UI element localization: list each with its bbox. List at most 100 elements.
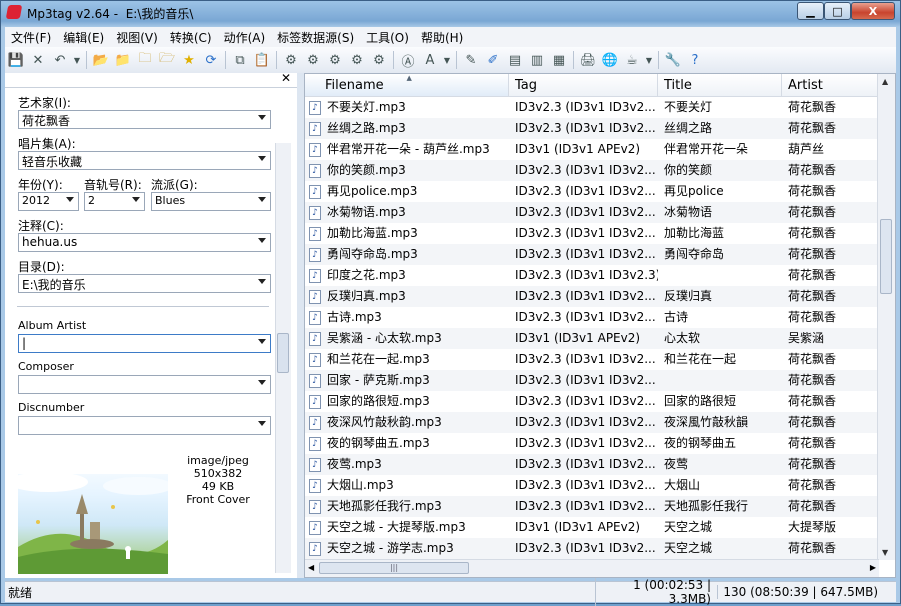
title-cell[interactable]	[658, 265, 782, 286]
refresh-icon[interactable]: ⟳	[202, 51, 220, 69]
tag-cell[interactable]: ID3v2.3 (ID3v1 ID3v2...	[509, 244, 658, 265]
filename-cell[interactable]: ♪ 反璞归真.mp3	[305, 286, 509, 307]
maximize-button[interactable]: □	[824, 2, 851, 20]
table-row[interactable]: ♪ 回家的路很短.mp3 ID3v2.3 (ID3v1 ID3v2... 回家的路很短…	[305, 391, 879, 412]
tag-cell[interactable]: ID3v2.3 (ID3v1 ID3v2...	[509, 496, 658, 517]
title-cell[interactable]: 夜深風竹敲秋韻	[658, 412, 782, 433]
tag-cell[interactable]: ID3v2.3 (ID3v1 ID3v2...	[509, 391, 658, 412]
artist-cell[interactable]: 荷花飘香	[782, 181, 879, 202]
tag-cell[interactable]: ID3v2.3 (ID3v1 ID3v2...	[509, 349, 658, 370]
table-row[interactable]: ♪ 伴君常开花一朵 - 葫芦丝.mp3 ID3v1 (ID3v1 APEv2) 伴君常…	[305, 139, 879, 160]
comment-field[interactable]: hehua.us	[18, 233, 271, 252]
table-row[interactable]: ♪ 回家 - 萨克斯.mp3 ID3v2.3 (ID3v1 ID3v2... 荷花飘香	[305, 370, 879, 391]
auto-numbering-icon[interactable]: ✎	[462, 51, 480, 69]
artist-cell[interactable]: 荷花飘香	[782, 538, 879, 559]
actions-icon[interactable]: Ⓐ	[399, 51, 417, 70]
tag-cell[interactable]: ID3v2.3 (ID3v1 ID3v2...	[509, 223, 658, 244]
table-row[interactable]: ♪ 冰菊物语.mp3 ID3v2.3 (ID3v1 ID3v2... 冰菊物语 荷花飘香	[305, 202, 879, 223]
composer-field[interactable]	[18, 375, 271, 394]
chevron-down-icon[interactable]: ▼	[443, 51, 451, 69]
artist-field[interactable]: 荷花飘香	[18, 110, 271, 129]
title-cell[interactable]: 再见police	[658, 181, 782, 202]
extended-tags-icon[interactable]: ✐	[484, 51, 502, 69]
close-button[interactable]: X	[851, 2, 895, 20]
table-row[interactable]: ♪ 大烟山.mp3 ID3v2.3 (ID3v1 ID3v2... 大烟山 荷花飘香	[305, 475, 879, 496]
tag-cell[interactable]: ID3v2.3 (ID3v1 ID3v2...	[509, 433, 658, 454]
filename-cell[interactable]: ♪ 丝绸之路.mp3	[305, 118, 509, 139]
save-icon[interactable]: 💾	[7, 51, 25, 69]
menu-tag-sources[interactable]: 标签数据源(S)	[271, 29, 360, 46]
title-cell[interactable]: 你的笑颜	[658, 160, 782, 181]
chevron-down-icon[interactable]	[258, 421, 266, 426]
menu-help[interactable]: 帮助(H)	[415, 29, 469, 46]
tag-cell[interactable]: ID3v2.3 (ID3v1 ID3v2...	[509, 97, 658, 118]
undo-icon[interactable]: ↶	[51, 51, 69, 69]
title-cell[interactable]	[658, 370, 782, 391]
artist-cell[interactable]: 荷花飘香	[782, 454, 879, 475]
filename-cell[interactable]: ♪ 夜莺.mp3	[305, 454, 509, 475]
tag-filename-icon[interactable]: ⚙	[282, 51, 300, 69]
chevron-down-icon[interactable]	[258, 380, 266, 385]
tag-sources-icon[interactable]: ☕	[623, 51, 641, 69]
scrollbar-thumb[interactable]	[880, 219, 892, 294]
filename-cell[interactable]: ♪ 勇闯夺命岛.mp3	[305, 244, 509, 265]
tag-panel-scrollbar[interactable]	[275, 143, 291, 573]
artist-cell[interactable]: 大提琴版	[782, 517, 879, 538]
paste-tag-icon[interactable]: 📋	[253, 51, 271, 69]
tag-cell[interactable]: ID3v2.3 (ID3v1 ID3v2...	[509, 307, 658, 328]
title-cell[interactable]: 和兰花在一起	[658, 349, 782, 370]
menu-action[interactable]: 动作(A)	[218, 29, 272, 46]
table-row[interactable]: ♪ 夜的钢琴曲五.mp3 ID3v2.3 (ID3v1 ID3v2... 夜的钢琴曲五…	[305, 433, 879, 454]
menu-convert[interactable]: 转换(C)	[164, 29, 218, 46]
tools-icon[interactable]: 🔧	[664, 51, 682, 69]
copy-tag-icon[interactable]: ⧉	[231, 51, 249, 69]
title-cell[interactable]: 伴君常开花一朵	[658, 139, 782, 160]
directory-field[interactable]: E:\我的音乐	[18, 274, 271, 293]
title-cell[interactable]: 天空之城	[658, 517, 782, 538]
title-cell[interactable]: 反璞归真	[658, 286, 782, 307]
artist-cell[interactable]: 荷花飘香	[782, 118, 879, 139]
title-cell[interactable]: 冰菊物语	[658, 202, 782, 223]
album-artist-field[interactable]: |	[18, 334, 271, 353]
title-cell[interactable]: 丝绸之路	[658, 118, 782, 139]
column-tag[interactable]: Tag	[509, 74, 658, 96]
menu-file[interactable]: 文件(F)	[5, 29, 57, 46]
artist-cell[interactable]: 荷花飘香	[782, 433, 879, 454]
add-directory-icon[interactable]: 📁	[114, 51, 132, 69]
artist-cell[interactable]: 吴紫涵	[782, 328, 879, 349]
tag-cell[interactable]: ID3v2.3 (ID3v1 ID3v2...	[509, 475, 658, 496]
title-cell[interactable]: 不要关灯	[658, 97, 782, 118]
table-row[interactable]: ♪ 夜深风竹敲秋韵.mp3 ID3v2.3 (ID3v1 ID3v2... 夜深風竹敲…	[305, 412, 879, 433]
close-icon[interactable]: ✕	[281, 71, 291, 85]
filename-cell[interactable]: ♪ 加勒比海蓝.mp3	[305, 223, 509, 244]
minimize-button[interactable]: ▁	[797, 2, 824, 20]
favorite-star-icon[interactable]: ★	[180, 51, 198, 69]
cover-art[interactable]	[18, 452, 168, 574]
title-cell[interactable]: 勇闯夺命岛	[658, 244, 782, 265]
artist-cell[interactable]: 荷花飘香	[782, 307, 879, 328]
table-row[interactable]: ♪ 古诗.mp3 ID3v2.3 (ID3v1 ID3v2... 古诗 荷花飘香	[305, 307, 879, 328]
file-list-vertical-scrollbar[interactable]: ▲ ▼	[877, 74, 895, 560]
quick-actions-icon[interactable]: A	[421, 51, 439, 69]
filename-cell[interactable]: ♪ 伴君常开花一朵 - 葫芦丝.mp3	[305, 139, 509, 160]
artist-cell[interactable]: 荷花飘香	[782, 370, 879, 391]
tag-cell[interactable]: ID3v1 (ID3v1 APEv2)	[509, 139, 658, 160]
artist-cell[interactable]: 荷花飘香	[782, 244, 879, 265]
artist-cell[interactable]: 荷花飘香	[782, 286, 879, 307]
tag-cell[interactable]: ID3v2.3 (ID3v1 ID3v2...	[509, 538, 658, 559]
artist-cell[interactable]: 荷花飘香	[782, 349, 879, 370]
table-row[interactable]: ♪ 天空之城 - 游学志.mp3 ID3v2.3 (ID3v1 ID3v2... 天空…	[305, 538, 879, 559]
filename-cell[interactable]: ♪ 夜深风竹敲秋韵.mp3	[305, 412, 509, 433]
discnumber-field[interactable]	[18, 416, 271, 435]
chevron-down-icon[interactable]: ▼	[73, 51, 81, 69]
change-directory-icon[interactable]: 📂	[92, 51, 110, 69]
artist-cell[interactable]: 荷花飘香	[782, 223, 879, 244]
filename-cell[interactable]: ♪ 古诗.mp3	[305, 307, 509, 328]
scroll-left-icon[interactable]: ◀	[308, 563, 314, 572]
chevron-down-icon[interactable]	[258, 339, 266, 344]
column-artist[interactable]: Artist	[782, 74, 879, 96]
title-cell[interactable]: 古诗	[658, 307, 782, 328]
title-cell[interactable]: 心太软	[658, 328, 782, 349]
folder-up-icon[interactable]: 🗀	[136, 51, 154, 69]
title-cell[interactable]: 大烟山	[658, 475, 782, 496]
